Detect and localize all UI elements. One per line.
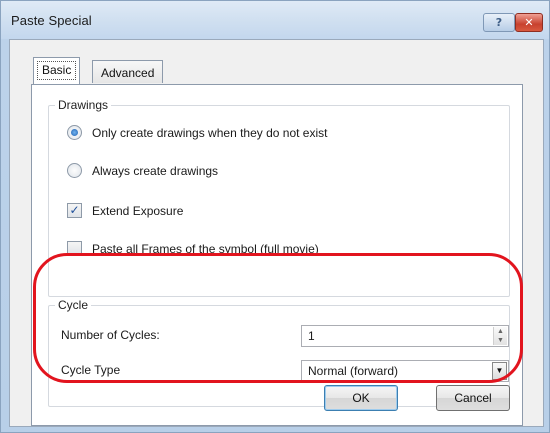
ok-button[interactable]: OK	[324, 385, 398, 411]
radio-selected-icon[interactable]	[67, 125, 82, 141]
number-of-cycles-stepper[interactable]: 1 ▲ ▼	[301, 325, 509, 347]
paste-all-frames-label: Paste all Frames of the symbol (full mov…	[92, 242, 319, 256]
tab-basic[interactable]: Basic	[33, 57, 81, 84]
paste-special-dialog: Paste Special ? ✕ Basic Advanced Drawing…	[0, 0, 550, 433]
radio-only-create-drawings[interactable]: Only create drawings when they do not ex…	[67, 124, 327, 142]
cycle-type-label: Cycle Type	[61, 363, 121, 377]
close-icon: ✕	[524, 16, 534, 29]
basic-tab-panel: Drawings Only create drawings when they …	[31, 84, 523, 426]
checkbox-unchecked-icon[interactable]	[67, 241, 82, 257]
radio-always-create-label: Always create drawings	[92, 164, 219, 178]
window-title: Paste Special	[11, 13, 92, 28]
tab-advanced[interactable]: Advanced	[92, 60, 164, 83]
radio-unselected-icon[interactable]	[67, 163, 82, 179]
radio-only-create-label: Only create drawings when they do not ex…	[92, 126, 328, 140]
checkbox-paste-all-frames[interactable]: Paste all Frames of the symbol (full mov…	[67, 240, 319, 258]
help-icon: ?	[495, 16, 503, 29]
number-of-cycles-value: 1	[308, 329, 315, 343]
checkbox-checked-icon[interactable]: ✓	[67, 203, 82, 219]
close-button[interactable]: ✕	[515, 13, 543, 32]
radio-always-create-drawings[interactable]: Always create drawings	[67, 162, 218, 180]
help-button[interactable]: ?	[483, 13, 515, 32]
cycle-type-select[interactable]: Normal (forward) ▼	[301, 360, 509, 382]
cancel-button[interactable]: Cancel	[436, 385, 510, 411]
cycle-type-value: Normal (forward)	[308, 364, 399, 378]
drawings-group: Drawings Only create drawings when they …	[48, 98, 510, 297]
dialog-body: Basic Advanced Drawings Only create draw…	[9, 39, 544, 427]
drawings-group-legend: Drawings	[55, 98, 112, 112]
title-bar[interactable]: Paste Special ? ✕	[1, 1, 549, 39]
extend-exposure-label: Extend Exposure	[92, 204, 184, 218]
cycle-group-legend: Cycle	[55, 298, 92, 312]
spin-arrows-icon[interactable]: ▲ ▼	[493, 327, 507, 345]
number-of-cycles-label: Number of Cycles:	[61, 328, 160, 342]
checkbox-extend-exposure[interactable]: ✓ Extend Exposure	[67, 202, 183, 220]
dropdown-arrow-icon[interactable]: ▼	[492, 362, 507, 380]
